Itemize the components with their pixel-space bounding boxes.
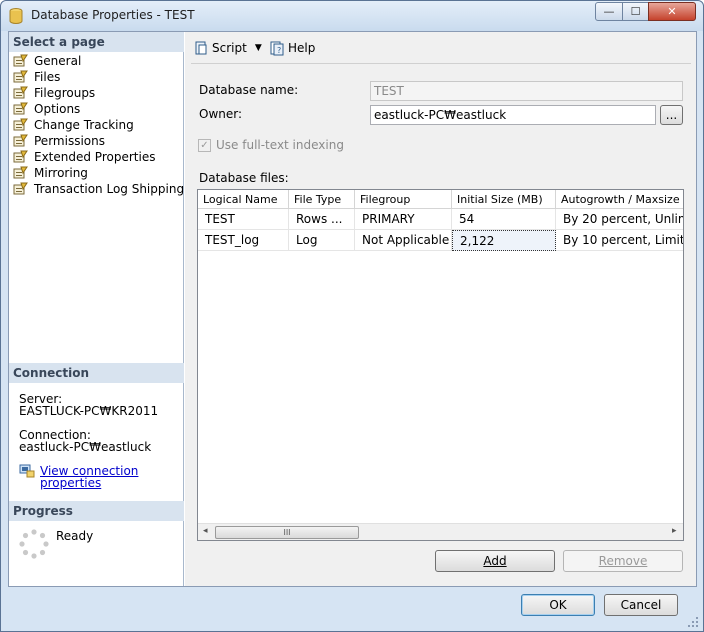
page-list-label: Change Tracking — [34, 118, 134, 132]
initial-size-cell[interactable]: 54 — [452, 209, 556, 230]
scroll-thumb[interactable]: III — [215, 526, 359, 539]
progress-header: Progress — [9, 501, 184, 521]
select-page-header: Select a page — [9, 32, 184, 52]
ok-button[interactable]: OK — [521, 594, 595, 616]
cancel-button[interactable]: Cancel — [604, 594, 678, 616]
page-list-label: Permissions — [34, 134, 105, 148]
chevron-down-icon[interactable]: ▼ — [255, 43, 262, 53]
page-list-label: Mirroring — [34, 166, 88, 180]
resize-grip-icon[interactable] — [687, 616, 699, 628]
progress-spinner-icon — [19, 529, 49, 559]
remove-button[interactable]: Remove — [563, 550, 683, 572]
column-header[interactable]: Autogrowth / Maxsize — [556, 190, 683, 209]
help-label: Help — [288, 41, 316, 55]
maximize-button[interactable]: ☐ — [622, 2, 649, 21]
dialog-client: Select a page General Files Filegroups Opti… — [8, 31, 697, 587]
help-button[interactable]: ? Help — [269, 40, 315, 56]
property-page-icon — [13, 54, 28, 67]
dialog-footer: OK Cancel — [1, 587, 703, 631]
column-header[interactable]: File Type — [289, 190, 355, 209]
page-list-label: Files — [34, 70, 61, 84]
connection-value: eastluck-PC₩eastluck — [19, 440, 152, 454]
server-value: EASTLUCK-PC₩KR2011 — [19, 404, 159, 418]
property-page-icon — [13, 118, 28, 131]
database-files-label: Database files: — [199, 171, 289, 185]
page-list-item[interactable]: General — [13, 53, 81, 69]
owner-label: Owner: — [199, 107, 243, 121]
right-pane: Script ▼ ? Help Database name: TEST Owne… — [185, 32, 696, 586]
column-header[interactable]: Filegroup — [355, 190, 452, 209]
minimize-button[interactable]: — — [595, 2, 623, 21]
page-list-item[interactable]: Permissions — [13, 133, 105, 149]
initial-size-cell[interactable]: 2,122 — [452, 230, 556, 251]
page-list-label: Transaction Log Shipping — [34, 182, 185, 196]
svg-text:?: ? — [277, 46, 281, 55]
help-icon: ? — [270, 41, 284, 56]
page-list-item[interactable]: Files — [13, 69, 60, 85]
page-list-label: Extended Properties — [34, 150, 156, 164]
horizontal-scrollbar[interactable]: ◂ III ▸ — [198, 523, 683, 540]
add-button[interactable]: Add — [435, 550, 555, 572]
toolbar-divider — [191, 63, 691, 64]
database-name-label: Database name: — [199, 83, 299, 97]
autogrowth-cell[interactable]: By 10 percent, Limite — [556, 230, 683, 251]
table-row[interactable]: TEST_log Log Not Applicable 2,122 By 10 … — [198, 230, 683, 251]
property-page-icon — [13, 70, 28, 83]
property-page-icon — [13, 150, 28, 163]
progress-status: Ready — [56, 529, 94, 543]
autogrowth-cell[interactable]: By 20 percent, Unlimi — [556, 209, 683, 230]
page-list-label: General — [34, 54, 82, 68]
remove-label: Remove — [598, 554, 648, 568]
dialog-window: Database Properties - TEST — ☐ ✕ Select … — [0, 0, 704, 632]
owner-browse-button[interactable]: ... — [660, 105, 683, 125]
property-page-icon — [13, 166, 28, 179]
page-list-item[interactable]: Mirroring — [13, 165, 88, 181]
page-list-item[interactable]: Filegroups — [13, 85, 95, 101]
owner-input[interactable]: eastluck-PC₩eastluck — [370, 105, 656, 125]
page-list-label: Filegroups — [34, 86, 96, 100]
file-type-cell[interactable]: Log — [289, 230, 355, 251]
fulltext-label: Use full-text indexing — [216, 138, 344, 152]
script-label: Script — [212, 41, 247, 55]
property-page-icon — [13, 182, 28, 195]
add-label: Add — [483, 554, 507, 568]
property-page-icon — [13, 102, 28, 115]
view-connection-link-line2[interactable]: properties — [40, 476, 101, 490]
script-button[interactable]: Script ▼ — [193, 40, 262, 56]
database-icon — [9, 8, 23, 24]
property-page-icon — [13, 86, 28, 99]
logical-name-cell[interactable]: TEST_log — [198, 230, 289, 251]
page-list-item[interactable]: Extended Properties — [13, 149, 155, 165]
close-button[interactable]: ✕ — [648, 2, 696, 21]
scroll-left-icon[interactable]: ◂ — [203, 526, 208, 536]
window-title: Database Properties - TEST — [31, 8, 195, 22]
column-header[interactable]: Logical Name — [198, 190, 289, 209]
page-list-label: Options — [34, 102, 81, 116]
file-type-cell[interactable]: Rows ... — [289, 209, 355, 230]
database-name-field: TEST — [370, 81, 683, 101]
page-list-item[interactable]: Change Tracking — [13, 117, 134, 133]
logical-name-cell[interactable]: TEST — [198, 209, 289, 230]
connection-properties-icon — [19, 464, 35, 478]
property-page-icon — [13, 134, 28, 147]
column-header[interactable]: Initial Size (MB) — [452, 190, 556, 209]
toolbar: Script ▼ ? Help — [185, 32, 696, 64]
grid-header: Logical Name File Type Filegroup Initial… — [198, 190, 683, 209]
page-list-item[interactable]: Options — [13, 101, 80, 117]
filegroup-cell[interactable]: Not Applicable — [355, 230, 452, 251]
database-files-grid[interactable]: Logical Name File Type Filegroup Initial… — [197, 189, 684, 541]
title-bar[interactable]: Database Properties - TEST — ☐ ✕ — [1, 1, 703, 31]
scroll-right-icon[interactable]: ▸ — [672, 526, 677, 536]
connection-header: Connection — [9, 363, 184, 383]
script-icon — [195, 41, 207, 55]
table-row[interactable]: TEST Rows ... PRIMARY 54 By 20 percent, … — [198, 209, 683, 230]
page-list-item[interactable]: Transaction Log Shipping — [13, 181, 184, 197]
fulltext-checkbox[interactable]: ✓ — [198, 139, 211, 152]
filegroup-cell[interactable]: PRIMARY — [355, 209, 452, 230]
left-pane: Select a page General Files Filegroups Opti… — [9, 32, 184, 586]
